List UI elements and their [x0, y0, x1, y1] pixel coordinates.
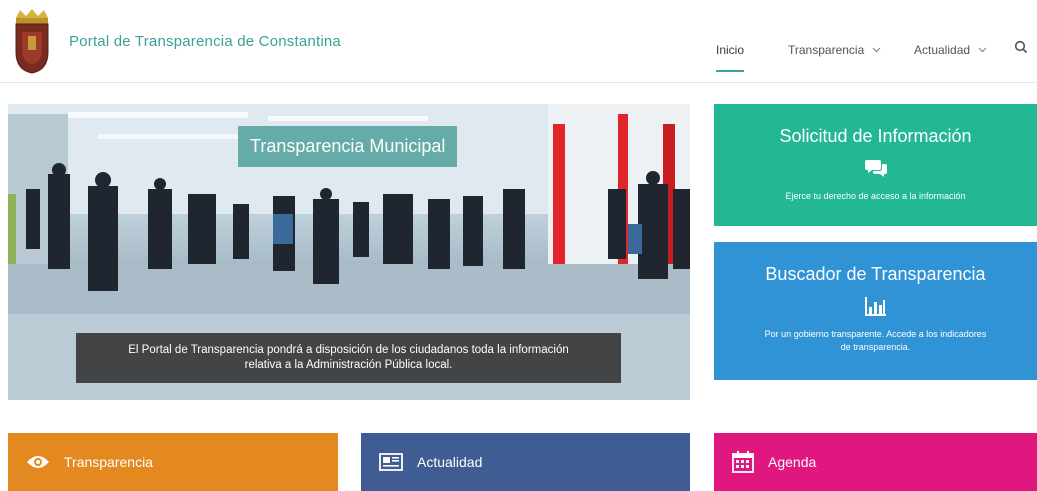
- site-header: Portal de Transparencia de Constantina I…: [0, 0, 1037, 83]
- hero-caption-line2: relativa a la Administración Pública loc…: [244, 359, 453, 371]
- tile-title: Buscador de Transparencia: [765, 264, 986, 284]
- hero-caption: El Portal de Transparencia pondrá a disp…: [76, 333, 621, 383]
- hero-caption-line1: El Portal de Transparencia pondrá a disp…: [128, 344, 569, 356]
- hero-slider[interactable]: Transparencia Municipal El Portal de Tra…: [8, 104, 690, 400]
- agenda-box-label: Agenda: [768, 454, 817, 470]
- comments-icon: [864, 160, 887, 177]
- newspaper-icon: [379, 453, 403, 471]
- nav-item-label: Inicio: [716, 43, 745, 57]
- tile-text: Ejerce tu derecho de acceso a la informa…: [785, 191, 966, 201]
- chevron-down-icon: [872, 47, 881, 53]
- tile-text-line2: de transparencia.: [840, 342, 911, 352]
- bar-chart-icon: [864, 297, 886, 316]
- nav-item-inicio[interactable]: Inicio: [716, 36, 745, 72]
- transparencia-box-label: Transparencia: [64, 454, 153, 470]
- tile-text: Por un gobierno transparente. Accede a l…: [731, 328, 1021, 354]
- agenda-box[interactable]: Agenda: [714, 433, 1037, 491]
- chevron-down-icon: [978, 47, 987, 53]
- eye-icon: [27, 456, 49, 468]
- calendar-icon: [732, 451, 754, 473]
- tile-text-line1: Por un gobierno transparente. Accede a l…: [764, 329, 987, 339]
- nav-item-transparencia[interactable]: Transparencia: [788, 36, 881, 64]
- site-title[interactable]: Portal de Transparencia de Constantina: [69, 33, 341, 50]
- nav-item-actualidad[interactable]: Actualidad: [914, 36, 987, 64]
- nav-item-label: Transparencia: [788, 43, 865, 57]
- actualidad-box-label: Actualidad: [417, 454, 483, 470]
- solicitud-informacion-tile[interactable]: Solicitud de Información Ejerce tu derec…: [714, 104, 1037, 226]
- transparencia-box[interactable]: Transparencia: [8, 433, 338, 491]
- nav-item-label: Actualidad: [914, 43, 971, 57]
- buscador-transparencia-tile[interactable]: Buscador de Transparencia Por un gobiern…: [714, 242, 1037, 380]
- coat-of-arms-logo[interactable]: [12, 8, 52, 74]
- search-icon[interactable]: [1014, 40, 1028, 54]
- tile-title: Solicitud de Información: [779, 126, 972, 146]
- actualidad-box[interactable]: Actualidad: [361, 433, 690, 491]
- hero-slide-title[interactable]: Transparencia Municipal: [238, 126, 458, 167]
